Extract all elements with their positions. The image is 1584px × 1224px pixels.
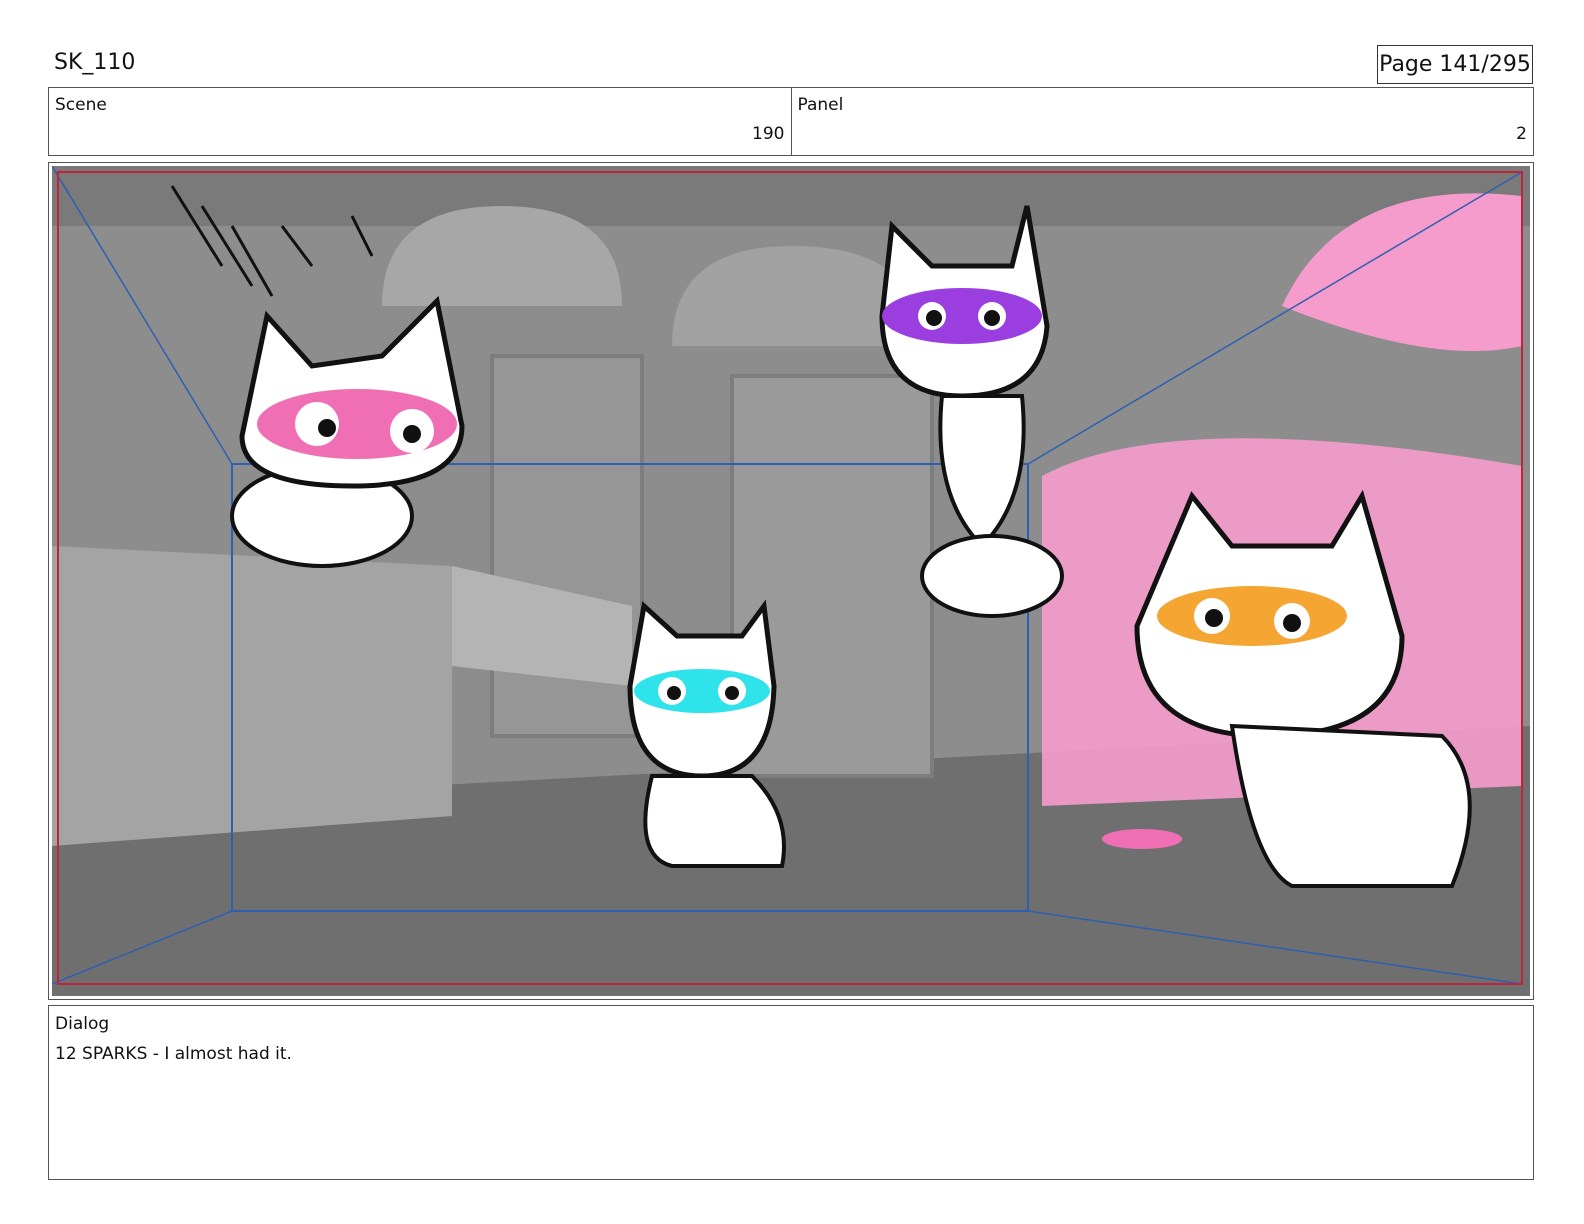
- panel-value: 2: [1516, 124, 1527, 144]
- ceiling-band: [52, 166, 1530, 226]
- scene-panel-info: Scene 190 Panel 2: [48, 87, 1534, 156]
- scene-value: 190: [752, 124, 785, 144]
- dialog-label: Dialog: [55, 1014, 110, 1034]
- kitten-cyan-mask: [627, 599, 786, 868]
- page-number: Page 141/295: [1377, 45, 1533, 84]
- document-title: SK_110: [54, 50, 136, 75]
- pink-flower: [1102, 829, 1182, 849]
- scene-cell: Scene 190: [49, 88, 791, 155]
- storyboard-panel: [48, 162, 1534, 1000]
- dialog-box: Dialog 12 SPARKS - I almost had it.: [48, 1005, 1534, 1180]
- panel-label: Panel: [797, 95, 844, 115]
- dialog-text: 12 SPARKS - I almost had it.: [55, 1044, 292, 1064]
- scene-label: Scene: [55, 95, 107, 115]
- storyboard-drawing: [52, 166, 1530, 996]
- planter-ledge: [52, 546, 452, 846]
- panel-cell: Panel 2: [790, 88, 1534, 155]
